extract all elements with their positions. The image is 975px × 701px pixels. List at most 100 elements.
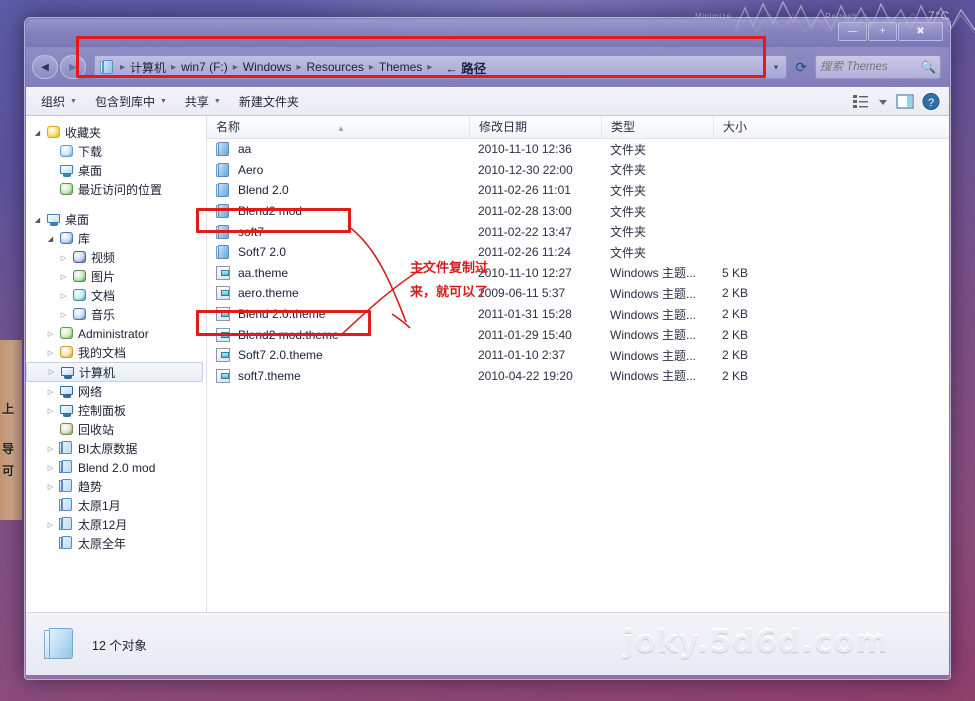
twisty-collapsed-icon[interactable]: ▷ xyxy=(45,483,56,491)
back-button[interactable]: ◀ xyxy=(32,55,58,79)
twisty-collapsed-icon[interactable]: ▷ xyxy=(45,330,56,338)
sidebar-item-图片[interactable]: ▷ 图片 xyxy=(26,267,206,286)
toolbar-share[interactable]: 共享 ▼ xyxy=(176,89,230,114)
table-row[interactable]: Soft7 2.0 2011-02-26 11:24 文件夹 xyxy=(207,242,949,263)
sidebar-item-Administrator[interactable]: ▷ Administrator xyxy=(26,324,206,343)
twisty-collapsed-icon[interactable]: ▷ xyxy=(46,368,57,376)
sidebar-item-库[interactable]: ◢ 库 xyxy=(26,229,206,248)
search-icon[interactable]: 🔍 xyxy=(921,60,936,74)
file-name-cell[interactable]: soft7 xyxy=(207,224,469,239)
breadcrumb-separator-5: ▸ xyxy=(427,61,433,73)
status-bar: 12 个对象 joky.5d6d.com xyxy=(26,612,949,675)
file-name-cell[interactable]: Blend2 mod xyxy=(207,204,469,219)
search-box[interactable]: 🔍 xyxy=(815,55,941,79)
twisty-collapsed-icon[interactable]: ▷ xyxy=(45,388,56,396)
sidebar-item-桌面[interactable]: 桌面 xyxy=(26,161,206,180)
sidebar-item-控制面板[interactable]: ▷ 控制面板 xyxy=(26,401,206,420)
sidebar-item-label: 图片 xyxy=(91,270,116,284)
desktop-left-panel-sliver xyxy=(0,340,22,520)
sidebar-item-收藏夹[interactable]: ◢ 收藏夹 xyxy=(26,123,206,142)
sidebar-item-太原12月[interactable]: ▷ 太原12月 xyxy=(26,515,206,534)
navigation-pane[interactable]: ◢ 收藏夹 下载 桌面 最近访问的位置 ◢ 桌面 ◢ 库 ▷ 视频 ▷ 图片 ▷ 文档 ▷ 音乐 ▷ Adminis… xyxy=(26,116,207,612)
twisty-collapsed-icon[interactable]: ▷ xyxy=(45,464,56,472)
preview-pane-icon[interactable] xyxy=(895,92,915,111)
twisty-collapsed-icon[interactable]: ▷ xyxy=(45,349,56,357)
help-icon[interactable]: ? xyxy=(921,92,941,111)
twisty-expanded-icon[interactable]: ◢ xyxy=(45,235,56,243)
sidebar-item-最近访问的位置[interactable]: 最近访问的位置 xyxy=(26,180,206,199)
twisty-collapsed-icon[interactable]: ▷ xyxy=(45,521,56,529)
table-row[interactable]: Blend2 mod 2011-02-28 13:00 文件夹 xyxy=(207,201,949,222)
twisty-collapsed-icon[interactable]: ▷ xyxy=(45,407,56,415)
breadcrumb-item-3[interactable]: Resources xyxy=(305,59,366,75)
view-list-icon[interactable] xyxy=(851,92,871,111)
column-header-name[interactable]: 名称 ▲ xyxy=(207,116,469,139)
forward-button[interactable]: ▶ xyxy=(60,55,86,79)
folder-icon xyxy=(59,498,75,513)
column-header-date[interactable]: 修改日期 xyxy=(469,116,601,139)
file-name-cell[interactable]: Blend2 mod.theme xyxy=(207,327,469,342)
pictures-icon xyxy=(72,269,88,284)
twisty-collapsed-icon[interactable]: ▷ xyxy=(58,292,69,300)
file-name-cell[interactable]: Soft7 2.0.theme xyxy=(207,348,469,363)
twisty-collapsed-icon[interactable]: ▷ xyxy=(58,311,69,319)
maximize-button[interactable]: + xyxy=(868,22,897,41)
twisty-collapsed-icon[interactable]: ▷ xyxy=(45,445,56,453)
sidebar-item-Blend 2.0 mod[interactable]: ▷ Blend 2.0 mod xyxy=(26,458,206,477)
minimize-button[interactable]: — xyxy=(838,22,867,41)
desktop-icon-label-3: 可 xyxy=(2,464,15,478)
sidebar-item-太原1月[interactable]: 太原1月 xyxy=(26,496,206,515)
breadcrumb-item-2[interactable]: Windows xyxy=(241,59,294,75)
twisty-collapsed-icon[interactable]: ▷ xyxy=(58,254,69,262)
sidebar-item-文档[interactable]: ▷ 文档 xyxy=(26,286,206,305)
refresh-icon[interactable]: ⟳ xyxy=(791,59,811,76)
twisty-expanded-icon[interactable]: ◢ xyxy=(32,216,43,224)
file-name-cell[interactable]: Aero xyxy=(207,162,469,177)
sidebar-item-下载[interactable]: 下载 xyxy=(26,142,206,161)
sidebar-item-BI太原数据[interactable]: ▷ BI太原数据 xyxy=(26,439,206,458)
toolbar-organize[interactable]: 组织 ▼ xyxy=(32,89,86,114)
column-header-size[interactable]: 大小 xyxy=(713,116,793,139)
sidebar-item-桌面[interactable]: ◢ 桌面 xyxy=(26,210,206,229)
window-titlebar[interactable]: — + ✖ xyxy=(26,19,949,47)
table-row[interactable]: Soft7 2.0.theme 2011-01-10 2:37 Windows 主题… xyxy=(207,345,949,366)
sidebar-item-音乐[interactable]: ▷ 音乐 xyxy=(26,305,206,324)
breadcrumb-item-0[interactable]: 计算机 xyxy=(128,58,168,77)
breadcrumb[interactable]: ▸ 计算机 ▸ win7 (F:) ▸ Windows ▸ Resources … xyxy=(94,55,788,79)
folder-icon xyxy=(59,441,75,456)
toolbar-include-in-library[interactable]: 包含到库中 ▼ xyxy=(86,89,176,114)
table-row[interactable]: Blend 2.0.theme 2011-01-31 15:28 Windows 主… xyxy=(207,304,949,325)
table-row[interactable]: aero.theme 2009-06-11 5:37 Windows 主题... 2 … xyxy=(207,283,949,304)
breadcrumb-item-4[interactable]: Themes xyxy=(377,59,424,75)
file-name-cell[interactable]: Blend 2.0 xyxy=(207,183,469,198)
column-header-type[interactable]: 类型 xyxy=(601,116,713,139)
file-name-cell[interactable]: Blend 2.0.theme xyxy=(207,307,469,322)
table-row[interactable]: Blend2 mod.theme 2011-01-29 15:40 Windows … xyxy=(207,324,949,345)
table-row[interactable]: soft7 2011-02-22 13:47 文件夹 xyxy=(207,221,949,242)
theme-file-icon xyxy=(216,265,231,280)
chevron-down-icon[interactable] xyxy=(877,92,889,111)
close-button[interactable]: ✖ xyxy=(898,22,943,41)
sidebar-item-视频[interactable]: ▷ 视频 xyxy=(26,248,206,267)
sidebar-item-回收站[interactable]: 回收站 xyxy=(26,420,206,439)
breadcrumb-item-1[interactable]: win7 (F:) xyxy=(179,59,230,75)
twisty-expanded-icon[interactable]: ◢ xyxy=(32,129,43,137)
search-input[interactable] xyxy=(820,61,922,73)
file-name-cell[interactable]: aa xyxy=(207,142,469,157)
sidebar-item-太原全年[interactable]: 太原全年 xyxy=(26,534,206,553)
toolbar-new-folder[interactable]: 新建文件夹 xyxy=(230,89,308,114)
chevron-down-icon[interactable]: ▾ xyxy=(774,62,783,73)
twisty-collapsed-icon[interactable]: ▷ xyxy=(58,273,69,281)
table-row[interactable]: aa 2010-11-10 12:36 文件夹 xyxy=(207,139,949,160)
sidebar-item-计算机[interactable]: ▷ 计算机 xyxy=(26,362,203,382)
file-list-pane[interactable]: 名称 ▲ 修改日期 类型 大小 aa 2010-11-10 12:36 文件夹 Aer… xyxy=(207,116,949,612)
sidebar-item-我的文档[interactable]: ▷ 我的文档 xyxy=(26,343,206,362)
table-row[interactable]: aa.theme 2010-11-10 12:27 Windows 主题... 5 K… xyxy=(207,263,949,284)
table-row[interactable]: Blend 2.0 2011-02-26 11:01 文件夹 xyxy=(207,180,949,201)
file-name-cell[interactable]: soft7.theme xyxy=(207,368,469,383)
table-row[interactable]: soft7.theme 2010-04-22 19:20 Windows 主题...… xyxy=(207,366,949,387)
sidebar-item-label: BI太原数据 xyxy=(78,442,138,456)
sidebar-item-趋势[interactable]: ▷ 趋势 xyxy=(26,477,206,496)
table-row[interactable]: Aero 2010-12-30 22:00 文件夹 xyxy=(207,160,949,181)
sidebar-item-网络[interactable]: ▷ 网络 xyxy=(26,382,206,401)
